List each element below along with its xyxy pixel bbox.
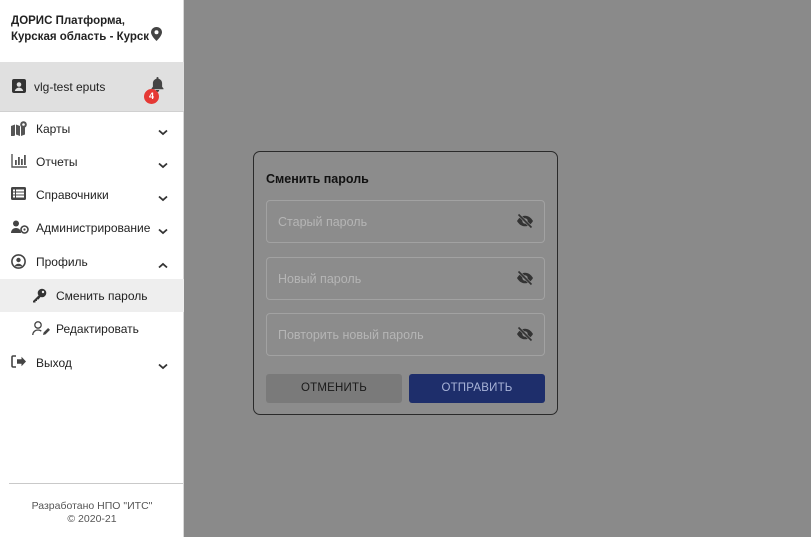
change-password-dialog: Сменить пароль Старый пароль Новый парол… xyxy=(253,151,558,415)
repeat-password-placeholder: Повторить новый пароль xyxy=(278,328,424,342)
sidebar-item-label: Редактировать xyxy=(56,322,139,336)
list-icon xyxy=(11,187,28,203)
sidebar-item-logout[interactable]: Выход xyxy=(0,346,184,379)
dialog-title: Сменить пароль xyxy=(266,172,369,186)
sidebar-item-label: Сменить пароль xyxy=(56,289,148,303)
sidebar-footer: Разработано НПО "ИТС" © 2020-21 xyxy=(0,500,184,526)
sidebar-item-label: Отчеты xyxy=(36,155,78,169)
sidebar-item-change-password[interactable]: Сменить пароль xyxy=(0,279,184,312)
chevron-down-icon xyxy=(158,123,168,141)
sidebar-item-label: Администрирование xyxy=(36,221,151,235)
sidebar: ДОРИС Платформа, Курская область - Курск… xyxy=(0,0,184,537)
sidebar-item-administration[interactable]: Администрирование xyxy=(0,211,184,244)
chevron-down-icon xyxy=(158,357,168,375)
old-password-field[interactable]: Старый пароль xyxy=(266,200,545,243)
chevron-up-icon xyxy=(158,256,168,274)
map-icon xyxy=(11,121,28,137)
chevron-down-icon xyxy=(158,189,168,207)
cancel-button[interactable]: ОТМЕНИТЬ xyxy=(266,374,402,403)
user-circle-icon xyxy=(11,254,28,270)
map-pin-icon[interactable] xyxy=(151,27,162,46)
footer-copyright: © 2020-21 xyxy=(67,513,117,525)
chevron-down-icon xyxy=(158,156,168,174)
user-panel: vlg-test eputs 4 xyxy=(0,62,184,112)
sidebar-item-reports[interactable]: Отчеты xyxy=(0,145,184,178)
sidebar-item-profile[interactable]: Профиль xyxy=(0,245,184,278)
eye-slash-icon[interactable] xyxy=(516,326,534,347)
sign-out-icon xyxy=(11,355,28,371)
sidebar-item-label: Выход xyxy=(36,356,72,370)
sidebar-item-edit-profile[interactable]: Редактировать xyxy=(0,312,184,345)
chevron-down-icon xyxy=(158,222,168,240)
old-password-placeholder: Старый пароль xyxy=(278,215,368,229)
submit-button[interactable]: ОТПРАВИТЬ xyxy=(409,374,545,403)
sidebar-item-label: Справочники xyxy=(36,188,109,202)
bar-chart-icon xyxy=(11,154,28,170)
sidebar-item-label: Профиль xyxy=(36,255,88,269)
footer-divider xyxy=(9,483,183,484)
user-name: vlg-test eputs xyxy=(34,80,106,94)
sidebar-item-maps[interactable]: Карты xyxy=(0,112,184,145)
eye-slash-icon[interactable] xyxy=(516,213,534,234)
sidebar-item-label: Карты xyxy=(36,122,71,136)
footer-developer: Разработано НПО "ИТС" xyxy=(31,500,153,512)
new-password-placeholder: Новый пароль xyxy=(278,272,362,286)
user-card-icon xyxy=(12,79,26,98)
repeat-password-field[interactable]: Повторить новый пароль xyxy=(266,313,545,356)
new-password-field[interactable]: Новый пароль xyxy=(266,257,545,300)
sidebar-item-directories[interactable]: Справочники xyxy=(0,178,184,211)
sidebar-header: ДОРИС Платформа, Курская область - Курск xyxy=(0,0,184,62)
notification-badge[interactable]: 4 xyxy=(144,89,159,104)
eye-slash-icon[interactable] xyxy=(516,270,534,291)
users-cog-icon xyxy=(11,220,29,236)
key-icon xyxy=(32,288,49,304)
user-edit-icon xyxy=(32,321,50,337)
